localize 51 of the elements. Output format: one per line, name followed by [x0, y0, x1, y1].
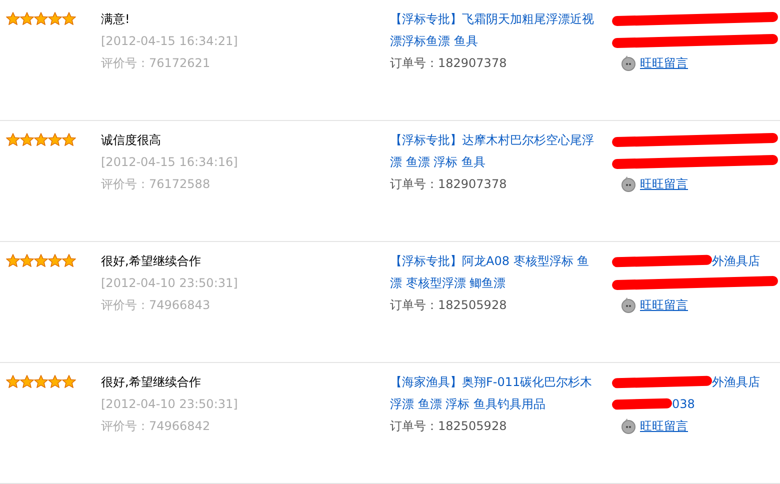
order-number: 订单号：182505928	[390, 418, 507, 435]
seller-name[interactable]: 外渔具店	[712, 250, 760, 272]
item-link[interactable]: 【浮标专批】飞霜阴天加粗尾浮漂近视漂浮标鱼漂 鱼具	[390, 8, 597, 52]
chat-bubble-icon[interactable]	[620, 297, 637, 313]
star-icon	[62, 12, 76, 25]
review-time: [2012-04-15 16:34:16]	[101, 154, 238, 171]
star-icon	[48, 375, 62, 388]
star-icon	[20, 133, 34, 146]
star-icon	[20, 375, 34, 388]
chat-message-link[interactable]: 旺旺留言	[640, 415, 688, 437]
review-number: 评价号：76172588	[101, 176, 210, 193]
star-icon	[62, 254, 76, 267]
review-comment: 诚信度很高	[101, 132, 161, 149]
star-icon	[34, 133, 48, 146]
order-number: 订单号：182505928	[390, 297, 507, 314]
chat-message-link[interactable]: 旺旺留言	[640, 294, 688, 316]
star-icon	[48, 133, 62, 146]
review-comment: 很好,希望继续合作	[101, 253, 201, 270]
chat-bubble-icon[interactable]	[620, 55, 637, 71]
star-icon	[6, 133, 20, 146]
chat-message-link[interactable]: 旺旺留言	[640, 173, 688, 195]
star-icon	[34, 375, 48, 388]
review-time: [2012-04-15 16:34:21]	[101, 33, 238, 50]
item-link[interactable]: 【海家渔具】奥翔F-011碳化巴尔杉木浮漂 鱼漂 浮标 鱼具钓具用品	[390, 371, 597, 415]
star-icon	[62, 133, 76, 146]
star-icon	[62, 375, 76, 388]
item-link[interactable]: 【浮标专批】阿龙A08 枣核型浮标 鱼漂 枣核型浮漂 鲫鱼漂	[390, 250, 597, 294]
review-time: [2012-04-10 23:50:31]	[101, 396, 238, 413]
review-number: 评价号：74966843	[101, 297, 210, 314]
star-icon	[6, 12, 20, 25]
review-comment: 满意!	[101, 11, 130, 28]
order-number: 订单号：182907378	[390, 55, 507, 72]
star-icon	[6, 254, 20, 267]
star-icon	[48, 254, 62, 267]
star-icon	[48, 12, 62, 25]
review-number: 评价号：76172621	[101, 55, 210, 72]
star-icon	[34, 254, 48, 267]
item-link[interactable]: 【浮标专批】达摩木村巴尔杉空心尾浮漂 鱼漂 浮标 鱼具	[390, 129, 597, 173]
review-number: 评价号：74966842	[101, 418, 210, 435]
chat-message-link[interactable]: 旺旺留言	[640, 52, 688, 74]
star-icon	[20, 12, 34, 25]
seller-name[interactable]: 外渔具店	[712, 371, 760, 393]
star-icon	[34, 12, 48, 25]
seller-id[interactable]: 038	[672, 393, 695, 415]
chat-bubble-icon[interactable]	[620, 176, 637, 192]
order-number: 订单号：182907378	[390, 176, 507, 193]
chat-bubble-icon[interactable]	[620, 418, 637, 434]
star-icon	[20, 254, 34, 267]
star-icon	[6, 375, 20, 388]
review-time: [2012-04-10 23:50:31]	[101, 275, 238, 292]
review-comment: 很好,希望继续合作	[101, 374, 201, 391]
